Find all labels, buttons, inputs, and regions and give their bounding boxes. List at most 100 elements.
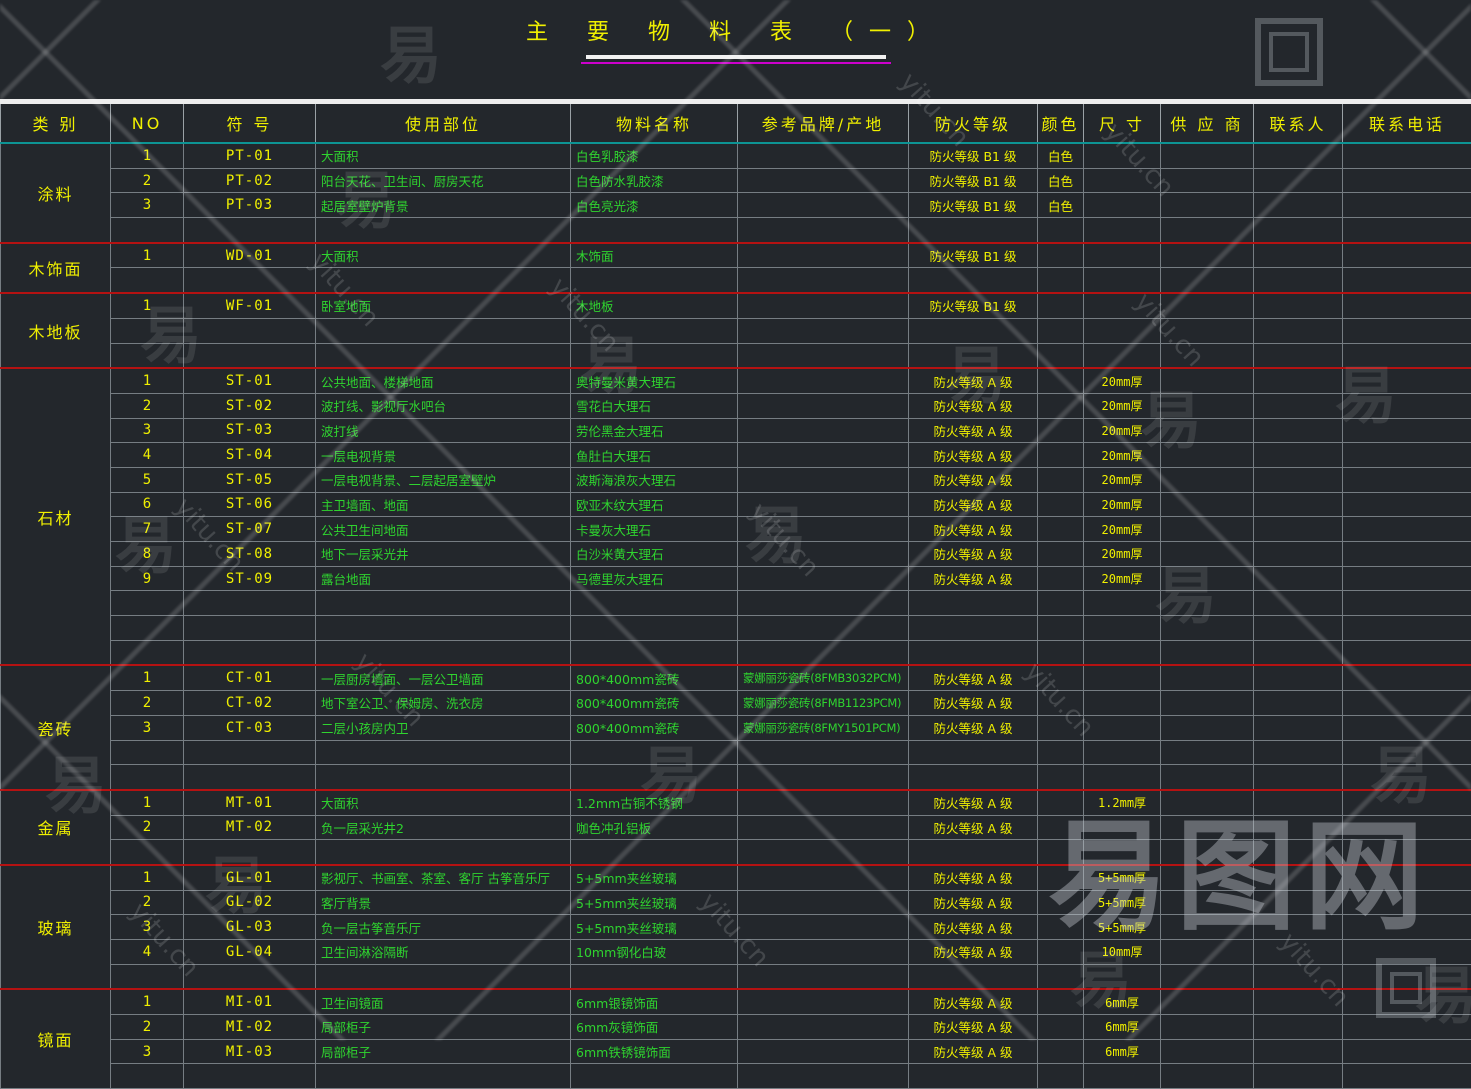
cell-supplier	[1161, 1039, 1254, 1064]
cell-material: 800*400mm瓷砖	[571, 665, 738, 690]
cell-phone	[1343, 492, 1471, 517]
cell-location	[316, 591, 571, 616]
column-header-phone: 联系电话	[1343, 102, 1471, 144]
cell-no: 5	[111, 467, 184, 492]
cell-color	[1038, 542, 1084, 567]
table-row: 石材1ST-01公共地面、楼梯地面奥特曼米黄大理石防火等级 A 级20mm厚	[1, 368, 1471, 393]
empty-row	[1, 616, 1471, 641]
cell-color	[1038, 443, 1084, 468]
cell-material	[571, 343, 738, 368]
column-header-brand: 参考品牌/产地	[738, 102, 909, 144]
cell-brand	[738, 790, 909, 815]
cell-material: 6mm灰镜饰面	[571, 1015, 738, 1040]
cell-fire: 防火等级 A 级	[909, 517, 1038, 542]
cell-fire: 防火等级 A 级	[909, 915, 1038, 940]
cell-code: MI-01	[184, 989, 316, 1014]
cell-brand	[738, 890, 909, 915]
cell-supplier	[1161, 840, 1254, 865]
cell-color	[1038, 293, 1084, 318]
cell-location: 一层电视背景	[316, 443, 571, 468]
empty-row	[1, 218, 1471, 243]
cell-supplier	[1161, 740, 1254, 765]
cell-contact	[1254, 517, 1343, 542]
title-block: 主 要 物 料 表 （一）	[0, 14, 1471, 64]
cell-fire: 防火等级 A 级	[909, 1039, 1038, 1064]
cell-supplier	[1161, 168, 1254, 193]
cell-color	[1038, 640, 1084, 665]
cell-fire: 防火等级 A 级	[909, 890, 1038, 915]
cell-phone	[1343, 815, 1471, 840]
cell-phone	[1343, 715, 1471, 740]
cell-code: ST-08	[184, 542, 316, 567]
cell-material	[571, 840, 738, 865]
cell-material: 波斯海浪灰大理石	[571, 467, 738, 492]
cell-supplier	[1161, 815, 1254, 840]
cell-code	[184, 964, 316, 989]
cell-fire	[909, 765, 1038, 790]
cell-code: ST-01	[184, 368, 316, 393]
cell-no: 3	[111, 418, 184, 443]
cell-phone	[1343, 1015, 1471, 1040]
category-label: 木地板	[1, 293, 111, 368]
cell-location: 二层小孩房内卫	[316, 715, 571, 740]
cell-brand	[738, 143, 909, 168]
cell-material	[571, 1064, 738, 1089]
cell-brand	[738, 740, 909, 765]
cell-fire: 防火等级 A 级	[909, 542, 1038, 567]
cell-phone	[1343, 790, 1471, 815]
column-header-no: NO	[111, 102, 184, 144]
cell-code: GL-03	[184, 915, 316, 940]
table-row: 木地板1WF-01卧室地面木地板防火等级 B1 级	[1, 293, 1471, 318]
cell-contact	[1254, 318, 1343, 343]
cell-fire: 防火等级 A 级	[909, 940, 1038, 965]
cell-contact	[1254, 193, 1343, 218]
cell-code	[184, 740, 316, 765]
table-row: 7ST-07公共卫生间地面卡曼灰大理石防火等级 A 级20mm厚	[1, 517, 1471, 542]
cell-contact	[1254, 566, 1343, 591]
cell-brand	[738, 193, 909, 218]
cell-contact	[1254, 343, 1343, 368]
cell-size	[1084, 193, 1161, 218]
empty-row	[1, 343, 1471, 368]
cell-supplier	[1161, 989, 1254, 1014]
cell-location	[316, 840, 571, 865]
cell-code	[184, 640, 316, 665]
cell-location: 波打线、影视厅水吧台	[316, 393, 571, 418]
cell-location: 主卫墙面、地面	[316, 492, 571, 517]
cell-no: 1	[111, 665, 184, 690]
table-row: 9ST-09露台地面马德里灰大理石防火等级 A 级20mm厚	[1, 566, 1471, 591]
cell-code: ST-09	[184, 566, 316, 591]
cell-fire	[909, 343, 1038, 368]
table-row: 镜面1MI-01卫生间镜面6mm银镜饰面防火等级 A 级6mm厚	[1, 989, 1471, 1014]
cell-phone	[1343, 1064, 1471, 1089]
cell-color	[1038, 1064, 1084, 1089]
cell-supplier	[1161, 964, 1254, 989]
column-header-code: 符 号	[184, 102, 316, 144]
table-header-row: 类 别NO符 号使用部位物料名称参考品牌/产地防火等级颜色尺 寸供 应 商联系人…	[1, 102, 1471, 144]
cell-color	[1038, 1039, 1084, 1064]
cell-code: ST-04	[184, 443, 316, 468]
cell-material	[571, 740, 738, 765]
cell-fire: 防火等级 A 级	[909, 790, 1038, 815]
cell-color: 白色	[1038, 168, 1084, 193]
cell-no	[111, 1064, 184, 1089]
cell-location: 公共地面、楼梯地面	[316, 368, 571, 393]
cell-phone	[1343, 765, 1471, 790]
cell-phone	[1343, 143, 1471, 168]
cell-brand	[738, 915, 909, 940]
cell-brand	[738, 492, 909, 517]
cell-fire	[909, 591, 1038, 616]
materials-table: 类 别NO符 号使用部位物料名称参考品牌/产地防火等级颜色尺 寸供 应 商联系人…	[0, 99, 1471, 1089]
cell-contact	[1254, 865, 1343, 890]
cell-no	[111, 964, 184, 989]
table-row: 3ST-03波打线劳伦黑金大理石防火等级 A 级20mm厚	[1, 418, 1471, 443]
cell-size	[1084, 616, 1161, 641]
cell-contact	[1254, 443, 1343, 468]
cell-color	[1038, 815, 1084, 840]
cell-code: PT-02	[184, 168, 316, 193]
cell-no: 3	[111, 1039, 184, 1064]
cell-fire: 防火等级 B1 级	[909, 243, 1038, 268]
cell-fire: 防火等级 A 级	[909, 368, 1038, 393]
empty-row	[1, 268, 1471, 293]
cell-brand	[738, 542, 909, 567]
